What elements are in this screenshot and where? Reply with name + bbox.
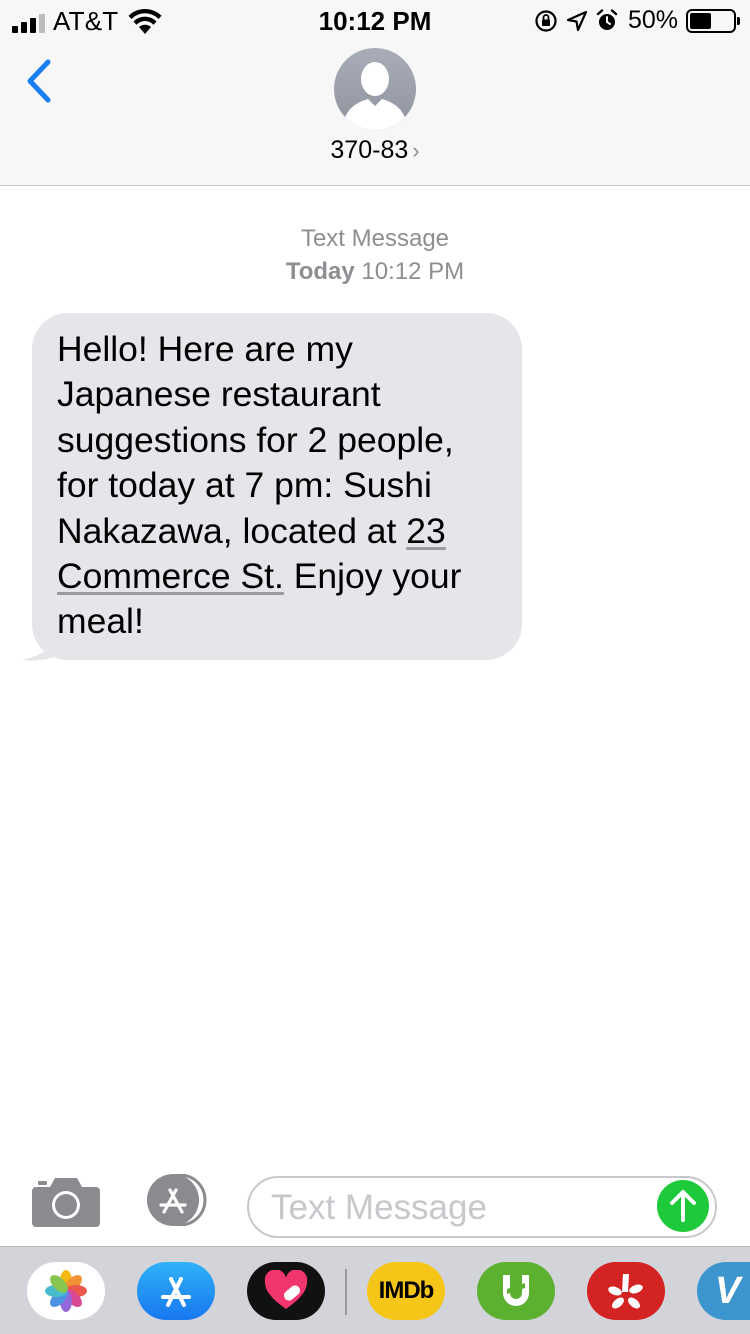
message-input[interactable] xyxy=(271,1186,651,1230)
yelp-burst-icon xyxy=(608,1274,643,1309)
imdb-app-button[interactable]: IMDb xyxy=(367,1262,445,1320)
person-silhouette-icon xyxy=(342,62,408,130)
camera-icon[interactable] xyxy=(32,1175,100,1227)
chevron-right-icon: › xyxy=(412,138,420,163)
battery-icon xyxy=(686,8,740,33)
message-meta: Text Message Today 10:12 PM xyxy=(0,222,750,288)
service-label: Text Message xyxy=(300,225,450,252)
contact-avatar[interactable] xyxy=(334,48,416,130)
orientation-lock-icon xyxy=(535,9,557,32)
timestamp: Today 10:12 PM xyxy=(0,255,750,288)
timestamp-time: 10:12 PM xyxy=(361,258,465,285)
battery-level xyxy=(690,12,711,29)
compose-bar xyxy=(0,1160,750,1246)
drawer-divider xyxy=(345,1269,347,1315)
conversation-header: 370-83 › xyxy=(0,40,750,186)
message-input-container xyxy=(247,1176,717,1238)
u-logo-icon xyxy=(503,1275,529,1306)
heart-touch-icon xyxy=(264,1270,308,1309)
u-app-button[interactable] xyxy=(477,1262,555,1320)
app-store-icon[interactable] xyxy=(140,1174,212,1226)
digital-touch-app-button[interactable] xyxy=(247,1262,325,1320)
contact-name-button[interactable]: 370-83 › xyxy=(0,136,750,165)
alarm-clock-icon xyxy=(596,8,618,30)
photos-app-button[interactable] xyxy=(27,1262,105,1320)
back-chevron-icon[interactable] xyxy=(22,58,56,104)
app-drawer: IMDb V xyxy=(0,1246,750,1334)
venmo-label: V xyxy=(715,1269,741,1312)
photos-icon xyxy=(45,1270,87,1312)
send-button[interactable] xyxy=(657,1180,709,1232)
contact-name: 370-83 xyxy=(330,136,409,164)
message-text: Hello! Here are my Japanese restaurant s… xyxy=(57,329,454,551)
arrow-up-icon xyxy=(670,1190,696,1222)
venmo-app-button[interactable]: V xyxy=(697,1262,750,1320)
location-arrow-icon xyxy=(566,10,588,31)
status-right: 50% xyxy=(534,6,740,35)
status-bar: AT&T 10:12 PM 50% xyxy=(0,0,750,40)
timestamp-day: Today xyxy=(285,258,355,285)
imdb-label: IMDb xyxy=(378,1277,435,1304)
battery-percent: 50% xyxy=(627,6,678,34)
incoming-message-bubble[interactable]: Hello! Here are my Japanese restaurant s… xyxy=(32,313,522,660)
yelp-app-button[interactable] xyxy=(587,1262,665,1320)
app-store-app-button[interactable] xyxy=(137,1262,215,1320)
app-store-icon xyxy=(161,1277,191,1307)
